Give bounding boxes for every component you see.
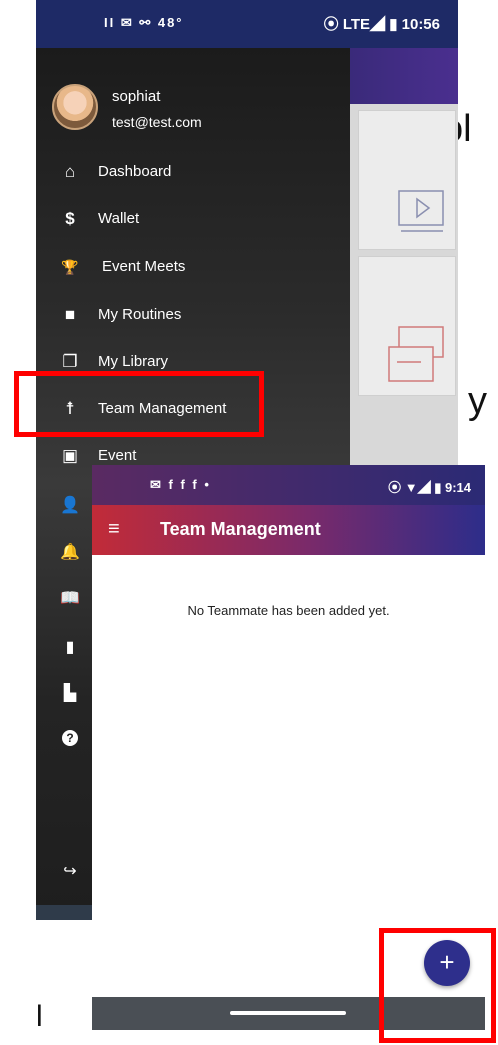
nav-item-my-routines[interactable]: ■ My Routines [36,295,350,335]
document-icon[interactable]: ▮ [60,638,80,658]
nav-label: My Library [98,353,169,370]
nav-item-wallet[interactable]: $ Wallet [36,199,350,239]
status-icons-right: ⦿ LTE◢ ▮ 10:56 [323,16,440,33]
chat-illustration-icon [388,326,444,382]
user-name: sophiat [112,88,161,105]
home-icon: ⌂ [64,162,76,181]
avatar[interactable] [52,84,98,130]
status-icons-right: ⦿ ▼◢ ▮ 9:14 [388,480,471,495]
help-icon[interactable]: ? [62,730,78,746]
video-camera-icon: ■ [64,305,76,324]
content-card[interactable] [358,256,456,396]
background-app-bar [350,48,458,104]
library-icon: ❐ [62,352,78,371]
home-gesture-pill[interactable] [230,1011,346,1015]
user-email: test@test.com [112,114,202,130]
nav-item-dashboard[interactable]: ⌂ Dashboard [36,152,350,192]
bell-icon[interactable]: 🔔 [60,543,80,563]
video-illustration-icon [398,190,444,232]
status-bar: ✉ f f f • ⦿ ▼◢ ▮ 9:14 [92,465,485,505]
highlight-team-management [14,371,264,437]
page-title: Team Management [160,519,321,539]
calendar-icon: ▣ [61,446,79,465]
content-card[interactable] [358,110,456,250]
trophy-icon: 🏆 [61,259,79,275]
nav-label: Event Meets [102,258,186,275]
menu-icon[interactable]: ≡ [108,518,132,540]
background-fragment-3: l [36,1000,43,1033]
status-icons-left: II ✉ ⚯ 48° [104,15,184,30]
chat-icon[interactable]: ▙ [60,684,80,704]
app-bar: ≡ Team Management [92,505,485,555]
logout-icon[interactable]: ↪ [60,862,80,882]
background-fragment-2: y [468,380,487,422]
book-icon[interactable]: 📖 [60,589,80,609]
nav-label: Dashboard [98,163,172,180]
nav-label: Event [98,447,137,464]
empty-state-message: No Teammate has been added yet. [187,603,390,618]
nav-label: My Routines [98,306,182,323]
dollar-icon: $ [65,209,75,228]
highlight-add-button [379,928,496,1043]
status-icons-left: ✉ f f f • [150,477,211,492]
status-bar: II ✉ ⚯ 48° ⦿ LTE◢ ▮ 10:56 [36,0,458,48]
account-icon[interactable]: 👤 [60,496,80,516]
nav-item-event-meets[interactable]: 🏆 Event Meets [36,247,350,287]
nav-label: Wallet [98,210,140,227]
